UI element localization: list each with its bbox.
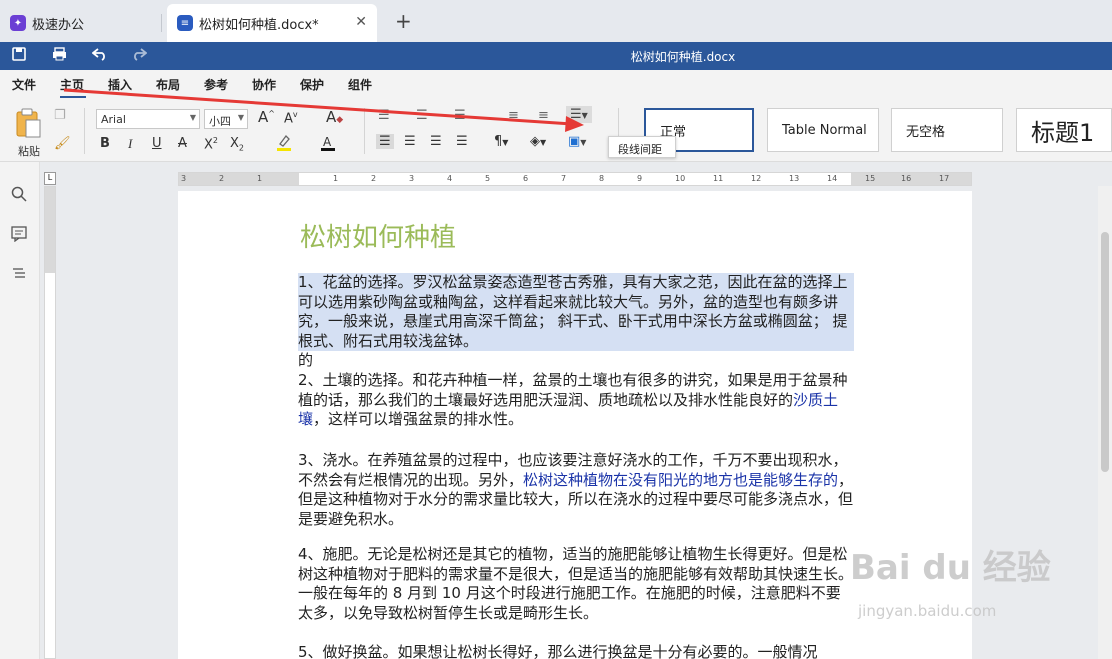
ruler-label: 8 [599,174,605,183]
navigation-icon[interactable] [11,266,27,286]
ruler-label: 11 [713,174,724,183]
ruler-label: 7 [561,174,567,183]
ruler-label: 16 [901,174,912,183]
left-sidebar [0,162,40,659]
ruler-label: 15 [865,174,876,183]
ruler-label: 6 [523,174,529,183]
ruler-label: 3 [409,174,415,183]
ruler-label: 10 [675,174,686,183]
ruler-label: 5 [485,174,491,183]
watermark-url: jingyan.baidu.com [858,602,997,620]
paragraph-5[interactable]: 5、做好换盆。如果想让松树长得好，那么进行换盆是十分有必要的。一般情况 [298,643,854,659]
tab-stop-selector[interactable]: L [44,172,56,185]
ruler-label: 9 [637,174,643,183]
paragraph-4[interactable]: 4、施肥。无论是松树还是其它的植物，适当的施肥能够让植物生长得更好。但是松树这种… [298,545,854,623]
ruler-label: 17 [939,174,950,183]
document-heading: 松树如何种植 [300,223,457,253]
vertical-ruler[interactable] [44,186,56,659]
ruler-label: 1 [333,174,339,183]
paragraph-2-text: 2、土壤的选择。和花卉种植一样，盆景的土壤也有很多的讲究，如果是用于盆景种植的话… [298,371,848,409]
paragraph-3[interactable]: 3、浇水。在养殖盆景的过程中，也应该要注意好浇水的工作，千万不要出现积水，不然会… [298,451,854,529]
ruler-label: 4 [447,174,453,183]
ruler-label: 12 [751,174,762,183]
horizontal-ruler[interactable]: 3 2 1 1 2 3 4 5 6 7 8 9 10 11 12 13 14 1… [178,172,972,186]
comment-icon[interactable] [11,226,27,246]
watermark-brand: Bai du 经验 [850,548,1051,588]
watermark: Bai du 经验 jingyan.baidu.com [850,540,1100,640]
paragraph-2-text-end: ，这样可以增强盆景的排水性。 [313,410,524,428]
ruler-label: 13 [789,174,800,183]
ruler-label: 3 [181,174,187,183]
ruler-label: 2 [371,174,377,183]
paragraph-2[interactable]: 2、土壤的选择。和花卉种植一样，盆景的土壤也有很多的讲究，如果是用于盆景种植的话… [298,371,854,430]
paragraph-1[interactable]: 1、花盆的选择。罗汉松盆景姿态造型苍古秀雅，具有大家之范，因此在盆的选择上可以选… [298,273,854,351]
ruler-label: 14 [827,174,838,183]
ruler-margin-top [45,187,55,273]
ruler-margin-left [179,173,299,185]
scrollbar-thumb[interactable] [1101,232,1109,472]
ruler-label: 2 [219,174,225,183]
ruler-label: 1 [257,174,263,183]
search-icon[interactable] [11,186,27,206]
vertical-scrollbar[interactable] [1098,186,1112,659]
paragraph-1-tail[interactable]: 的 [298,351,854,371]
paragraph-3-link[interactable]: 松树这种植物在没有阳光的地方也是能够生存的 [523,471,838,489]
